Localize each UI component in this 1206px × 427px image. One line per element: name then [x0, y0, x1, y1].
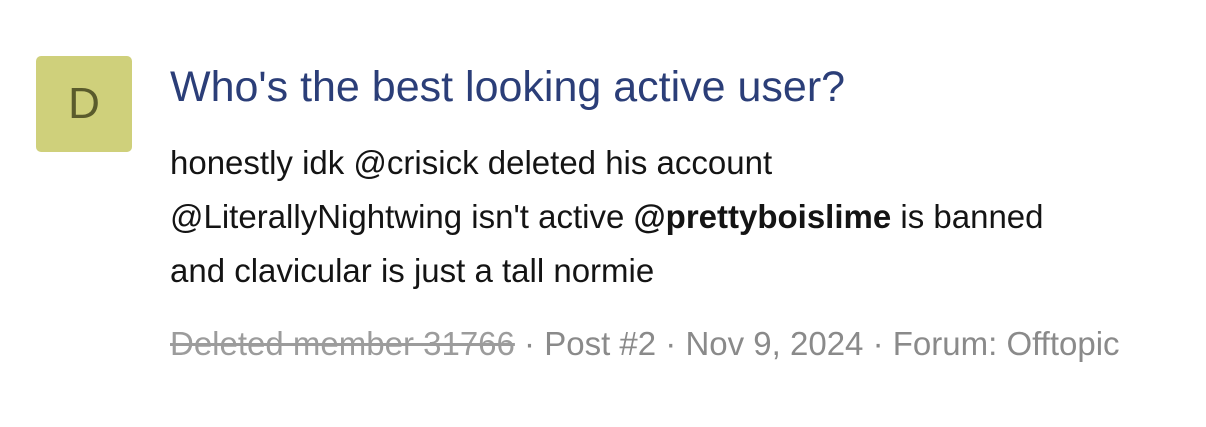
mention-prettyboislime: @prettyboislime: [633, 198, 892, 235]
meta-separator: ·: [656, 325, 686, 362]
result-meta: Deleted member 31766 · Post #2 · Nov 9, …: [170, 316, 1160, 371]
result-content: Who's the best looking active user? hone…: [170, 56, 1180, 371]
meta-separator: ·: [514, 325, 545, 362]
post-snippet: honestly idk @crisick deleted his accoun…: [170, 136, 1070, 298]
post-date: Nov 9, 2024: [685, 325, 864, 362]
author-name: Deleted member 31766: [170, 325, 515, 362]
forum-link[interactable]: Offtopic: [1006, 325, 1119, 362]
search-result-item[interactable]: D Who's the best looking active user? ho…: [36, 56, 1186, 371]
avatar[interactable]: D: [36, 56, 132, 152]
thread-title-link[interactable]: Who's the best looking active user?: [170, 60, 1180, 114]
meta-separator: ·: [863, 325, 893, 362]
forum-label: Forum:: [892, 325, 1007, 362]
post-number-link[interactable]: Post #2: [544, 325, 656, 362]
